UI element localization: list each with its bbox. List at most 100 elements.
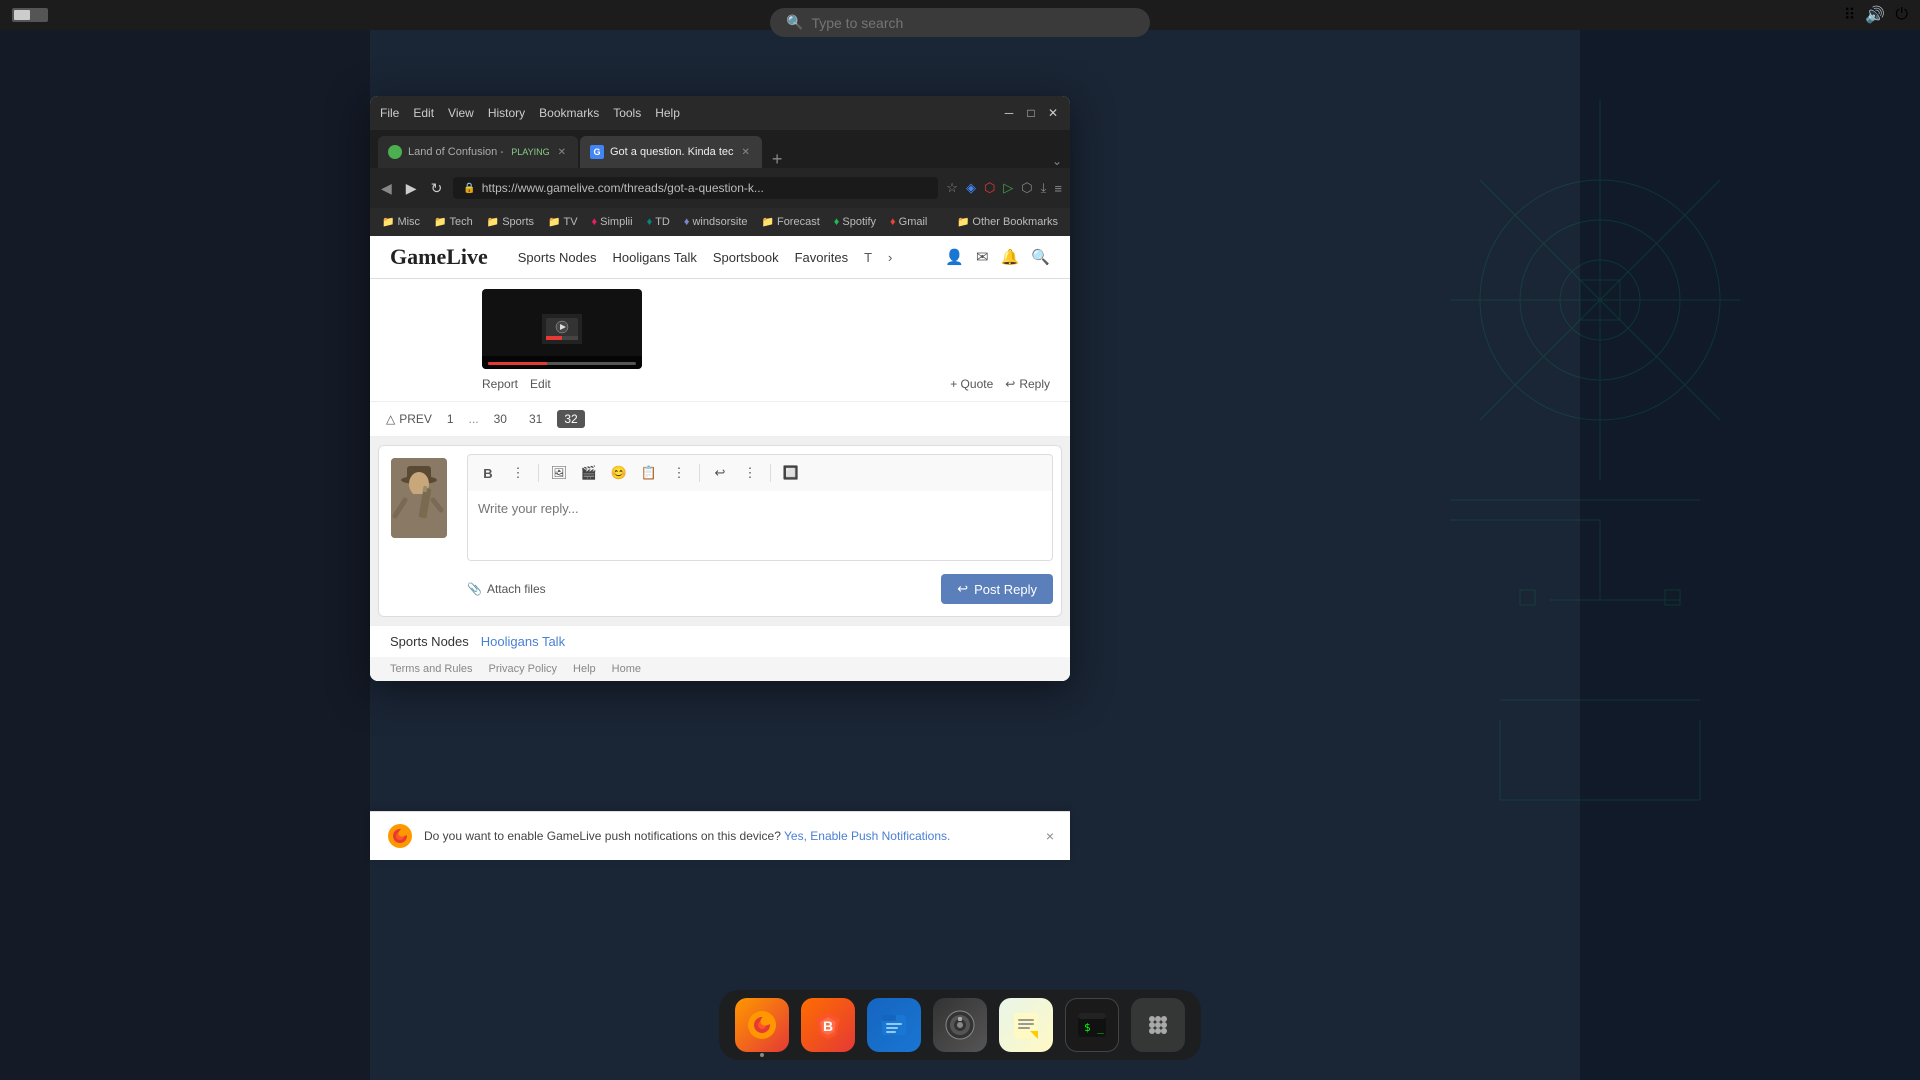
dock-notes[interactable] bbox=[999, 998, 1053, 1052]
nav-reload[interactable]: ↻ bbox=[428, 180, 446, 197]
page-1[interactable]: 1 bbox=[440, 410, 461, 428]
network-icon: ⠿ bbox=[1844, 5, 1856, 25]
user-avatar bbox=[391, 458, 447, 538]
post-video-thumbnail[interactable] bbox=[482, 289, 642, 369]
edit-button[interactable]: Edit bbox=[530, 377, 551, 391]
nav-sportsbook[interactable]: Sportsbook bbox=[713, 250, 779, 265]
bookmark-misc[interactable]: 📁 Misc bbox=[378, 214, 424, 230]
nav-hooligans-talk[interactable]: Hooligans Talk bbox=[613, 250, 697, 265]
toolbar-sep-2 bbox=[699, 464, 700, 482]
bookmark-star-icon[interactable]: ☆ bbox=[946, 180, 958, 196]
other-bookmarks[interactable]: 📁 Other Bookmarks bbox=[953, 214, 1062, 230]
bookmark-simplii[interactable]: ♦ Simplii bbox=[588, 214, 637, 230]
bookmark-td[interactable]: ♦ TD bbox=[643, 214, 674, 230]
toolbar-undo[interactable]: ↩ bbox=[708, 461, 732, 485]
nav-chevron[interactable]: › bbox=[888, 250, 892, 265]
nav-sports-nodes[interactable]: Sports Nodes bbox=[518, 250, 597, 265]
post-reply-button[interactable]: ↩ Post Reply bbox=[941, 574, 1053, 604]
menu-bookmarks[interactable]: Bookmarks bbox=[539, 106, 599, 120]
header-search-icon[interactable]: 🔍 bbox=[1031, 248, 1050, 266]
footer-hooligans-link[interactable]: Hooligans Talk bbox=[481, 634, 565, 649]
bookmark-sports[interactable]: 📁 Sports bbox=[483, 214, 538, 230]
toolbar-video[interactable]: 🎬 bbox=[577, 461, 601, 485]
dock-brave[interactable]: B bbox=[801, 998, 855, 1052]
mail-icon[interactable]: ✉ bbox=[976, 248, 989, 266]
tab-close-2[interactable]: ✕ bbox=[740, 147, 752, 158]
toolbar-bold[interactable]: B bbox=[476, 461, 500, 485]
menu-history[interactable]: History bbox=[488, 106, 525, 120]
footer-sports-nodes[interactable]: Sports Nodes bbox=[390, 634, 469, 649]
push-close-button[interactable]: × bbox=[1046, 828, 1054, 844]
tab-close-1[interactable]: ✕ bbox=[556, 147, 568, 158]
nav-more[interactable]: T bbox=[864, 250, 872, 265]
nav-favorites[interactable]: Favorites bbox=[795, 250, 848, 265]
editor-footer: 📎 Attach files ↩ Post Reply bbox=[467, 566, 1053, 608]
pocket-icon[interactable]: ◈ bbox=[966, 180, 976, 196]
toolbar-more-2[interactable]: ⋮ bbox=[667, 461, 691, 485]
dock-terminal[interactable]: $ _ bbox=[1065, 998, 1119, 1052]
page-32-current[interactable]: 32 bbox=[557, 410, 584, 428]
report-button[interactable]: Report bbox=[482, 377, 518, 391]
footer-privacy[interactable]: Privacy Policy bbox=[489, 663, 557, 675]
menu-view[interactable]: View bbox=[448, 106, 474, 120]
window-minimize[interactable]: ─ bbox=[1002, 106, 1016, 120]
window-maximize[interactable]: □ bbox=[1024, 106, 1038, 120]
toolbar-emoji[interactable]: 😊 bbox=[607, 461, 631, 485]
search-input[interactable] bbox=[811, 15, 1134, 31]
address-bar[interactable]: 🔒 https://www.gamelive.com/threads/got-a… bbox=[453, 177, 938, 199]
editor-avatar-area bbox=[379, 446, 459, 616]
window-close[interactable]: ✕ bbox=[1046, 106, 1060, 120]
toolbar-more-3[interactable]: ⋮ bbox=[738, 461, 762, 485]
menu-tools[interactable]: Tools bbox=[613, 106, 641, 120]
bookmark-tech[interactable]: 📁 Tech bbox=[430, 214, 477, 230]
bookmark-tv[interactable]: 📁 TV bbox=[544, 214, 582, 230]
post-content-area: Report Edit + Quote ↩ Reply bbox=[482, 289, 1050, 391]
reply-textarea[interactable] bbox=[467, 491, 1053, 561]
dock-files[interactable] bbox=[867, 998, 921, 1052]
video-player-icon bbox=[542, 314, 582, 344]
bookmark-spotify[interactable]: ♦ Spotify bbox=[830, 214, 880, 230]
bookmark-windsorsite[interactable]: ♦ windsorsite bbox=[680, 214, 752, 230]
dock-firefox[interactable] bbox=[735, 998, 789, 1052]
bookmark-gmail[interactable]: ♦ Gmail bbox=[886, 214, 931, 230]
prev-page-button[interactable]: △ PREV bbox=[386, 412, 432, 426]
tabs-overflow-button[interactable]: ⌄ bbox=[1052, 154, 1062, 168]
gamelive-header: GameLive Sports Nodes Hooligans Talk Spo… bbox=[370, 236, 1070, 279]
toolbar-more-1[interactable]: ⋮ bbox=[506, 461, 530, 485]
folder-icon: 📁 bbox=[487, 217, 499, 228]
bell-icon[interactable]: 🔔 bbox=[1001, 248, 1020, 266]
dock-app-grid[interactable] bbox=[1131, 998, 1185, 1052]
user-icon[interactable]: 👤 bbox=[945, 248, 964, 266]
page-31[interactable]: 31 bbox=[522, 410, 549, 428]
tab-gamelive[interactable]: G Got a question. Kinda tec ✕ bbox=[580, 136, 762, 168]
download-icon[interactable]: ⤓ bbox=[1041, 180, 1047, 196]
extension-icon-1[interactable]: ⬡ bbox=[984, 180, 995, 196]
footer-help[interactable]: Help bbox=[573, 663, 596, 675]
toolbar-clipboard[interactable]: 📋 bbox=[637, 461, 661, 485]
push-notification-bar: Do you want to enable GameLive push noti… bbox=[370, 811, 1070, 860]
quote-button[interactable]: + Quote bbox=[950, 377, 993, 391]
reply-button[interactable]: ↩ Reply bbox=[1005, 377, 1050, 391]
menu-help[interactable]: Help bbox=[655, 106, 680, 120]
toolbar-image[interactable]: 🖼 bbox=[547, 461, 571, 485]
nav-back[interactable]: ◀ bbox=[378, 180, 395, 197]
page-30[interactable]: 30 bbox=[487, 410, 514, 428]
bookmark-forecast[interactable]: 📁 Forecast bbox=[758, 214, 824, 230]
menu-file[interactable]: File bbox=[380, 106, 399, 120]
enable-notifications-link[interactable]: Yes, Enable Push Notifications. bbox=[784, 829, 950, 843]
dock-music[interactable] bbox=[933, 998, 987, 1052]
attach-files-button[interactable]: 📎 Attach files bbox=[467, 582, 546, 596]
gamelive-header-icons: 👤 ✉ 🔔 🔍 bbox=[945, 248, 1050, 266]
toolbar-preview[interactable]: 🔲 bbox=[779, 461, 803, 485]
folder-icon: 📁 bbox=[762, 217, 774, 228]
menu-icon[interactable]: ≡ bbox=[1054, 181, 1062, 196]
footer-terms[interactable]: Terms and Rules bbox=[390, 663, 473, 675]
menu-edit[interactable]: Edit bbox=[413, 106, 434, 120]
url-text: https://www.gamelive.com/threads/got-a-q… bbox=[482, 181, 764, 195]
footer-home[interactable]: Home bbox=[612, 663, 641, 675]
tab-land-of-confusion[interactable]: Land of Confusion - 2007 PLAYING ✕ bbox=[378, 136, 578, 168]
new-tab-button[interactable]: + bbox=[764, 150, 791, 168]
media-icon[interactable]: ▷ bbox=[1003, 180, 1013, 196]
nav-forward[interactable]: ▶ bbox=[403, 180, 420, 197]
extension-icon-2[interactable]: ⬡ bbox=[1021, 180, 1032, 196]
